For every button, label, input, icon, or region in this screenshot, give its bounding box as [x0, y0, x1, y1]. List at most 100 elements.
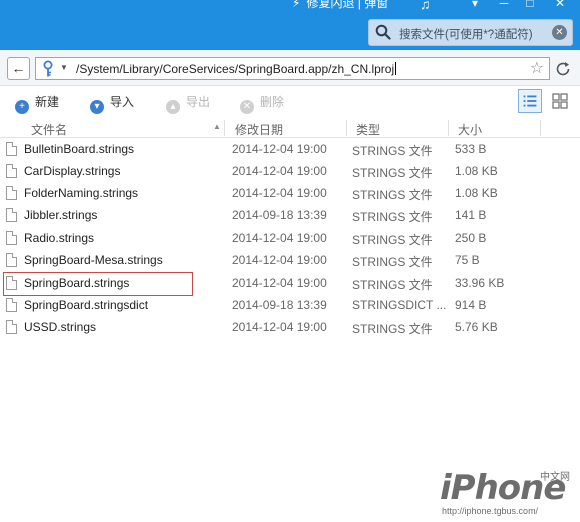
import-label: 导入	[110, 95, 135, 109]
file-date: 2014-12-04 19:00	[232, 276, 327, 290]
title-link-text: 修复闪退 | 弹窗	[306, 0, 389, 10]
file-size: 533 B	[455, 142, 487, 156]
file-size: 1.08 KB	[455, 186, 498, 200]
clear-icon[interactable]: ✕	[552, 25, 567, 40]
file-type: STRINGS 文件	[352, 233, 433, 247]
file-name: USSD.strings	[24, 320, 97, 334]
file-type: STRINGS 文件	[352, 322, 433, 336]
search-icon	[375, 24, 391, 40]
column-header-date[interactable]: 修改日期	[235, 121, 283, 138]
grid-view-button[interactable]	[548, 89, 572, 113]
file-name: BulletinBoard.strings	[24, 142, 135, 156]
title-bar: ⚡ 修复闪退 | 弹窗 ♫ ▾ ─ □ ✕ 搜索文件(可使用*?通配符) ✕	[0, 0, 580, 50]
column-header-size[interactable]: 大小	[458, 121, 482, 138]
table-row[interactable]: SpringBoard-Mesa.strings 2014-12-04 19:0…	[0, 249, 580, 271]
table-row[interactable]: CarDisplay.strings 2014-12-04 19:00 STRI…	[0, 160, 580, 182]
delete-icon: ✕	[240, 100, 254, 114]
list-view-button[interactable]	[518, 89, 542, 113]
watermark-zh: 中文网	[540, 472, 570, 483]
file-type: STRINGS 文件	[352, 144, 433, 158]
path-input[interactable]: /System/Library/CoreServices/SpringBoard…	[76, 62, 397, 76]
address-bar: ← ▼ /System/Library/CoreServices/SpringB…	[0, 50, 580, 86]
table-row[interactable]: USSD.strings 2014-12-04 19:00 STRINGS 文件…	[0, 316, 580, 338]
column-divider[interactable]	[448, 120, 449, 136]
file-date: 2014-09-18 13:39	[232, 208, 327, 222]
sort-up-icon: ▲	[213, 122, 221, 131]
file-name: CarDisplay.strings	[24, 164, 121, 178]
file-date: 2014-09-18 13:39	[232, 298, 327, 312]
file-size: 250 B	[455, 231, 487, 245]
file-name: Jibbler.strings	[24, 208, 98, 222]
watermark-url: http://iphone.tgbus.com/	[442, 506, 539, 516]
delete-button[interactable]: ✕ 删除	[240, 93, 285, 114]
file-icon	[6, 231, 17, 245]
file-name: SpringBoard.stringsdict	[24, 298, 149, 312]
column-divider[interactable]	[346, 120, 347, 136]
file-date: 2014-12-04 19:00	[232, 253, 327, 267]
file-name: FolderNaming.strings	[24, 186, 139, 200]
shirt-icon[interactable]: ▾	[467, 0, 483, 10]
file-icon	[6, 320, 17, 334]
table-row[interactable]: Jibbler.strings 2014-09-18 13:39 STRINGS…	[0, 204, 580, 226]
file-date: 2014-12-04 19:00	[232, 231, 327, 245]
search-box[interactable]: 搜索文件(可使用*?通配符) ✕	[368, 19, 573, 46]
refresh-icon[interactable]	[554, 60, 572, 78]
file-icon	[6, 208, 17, 222]
file-icon	[6, 164, 17, 178]
minimize-button[interactable]: ─	[496, 0, 512, 10]
file-date: 2014-12-04 19:00	[232, 142, 327, 156]
table-row[interactable]: SpringBoard.stringsdict 2014-09-18 13:39…	[0, 294, 580, 316]
table-header: 文件名 ▲ 修改日期 类型 大小	[0, 118, 580, 138]
back-button[interactable]: ←	[7, 57, 30, 80]
title-link[interactable]: ⚡ 修复闪退 | 弹窗	[292, 0, 388, 12]
arrow-left-icon: ←	[11, 60, 26, 76]
export-button[interactable]: ▴ 导出	[166, 93, 211, 114]
column-divider[interactable]	[540, 120, 541, 136]
file-date: 2014-12-04 19:00	[232, 164, 327, 178]
file-type: STRINGS 文件	[352, 188, 433, 202]
star-icon[interactable]: ☆	[530, 60, 544, 78]
toolbar: + 新建 ▾ 导入 ▴ 导出 ✕ 删除	[0, 87, 580, 117]
file-date: 2014-12-04 19:00	[232, 320, 327, 334]
chevron-down-icon[interactable]: ▼	[60, 63, 68, 72]
file-type: STRINGS 文件	[352, 210, 433, 224]
path-field[interactable]: ▼ /System/Library/CoreServices/SpringBoa…	[35, 57, 550, 80]
file-size: 141 B	[455, 208, 487, 222]
grid-view-icon	[552, 93, 568, 109]
import-icon: ▾	[90, 100, 104, 114]
file-size: 33.96 KB	[455, 276, 505, 290]
file-icon	[6, 186, 17, 200]
table-row[interactable]: Radio.strings 2014-12-04 19:00 STRINGS 文…	[0, 227, 580, 249]
file-size: 5.76 KB	[455, 320, 498, 334]
column-header-type[interactable]: 类型	[356, 121, 380, 138]
file-name: Radio.strings	[24, 231, 95, 245]
file-icon	[6, 298, 17, 312]
file-type: STRINGS 文件	[352, 278, 433, 292]
watermark: iPhone 中文网 http://iphone.tgbus.com/	[440, 468, 572, 518]
column-header-name[interactable]: 文件名	[31, 121, 67, 138]
path-value: /System/Library/CoreServices/SpringBoard…	[76, 62, 395, 76]
file-size: 914 B	[455, 298, 487, 312]
list-view-icon	[523, 95, 537, 107]
file-size: 1.08 KB	[455, 164, 498, 178]
delete-label: 删除	[260, 95, 285, 109]
key-icon	[43, 60, 53, 77]
import-button[interactable]: ▾ 导入	[90, 93, 135, 114]
maximize-button[interactable]: □	[522, 0, 538, 10]
column-divider[interactable]	[224, 120, 225, 136]
new-button[interactable]: + 新建	[15, 93, 60, 114]
new-icon: +	[15, 100, 29, 114]
music-icon[interactable]: ♫	[420, 0, 438, 12]
file-size: 75 B	[455, 253, 480, 267]
selection-highlight	[3, 272, 193, 296]
export-icon: ▴	[166, 100, 180, 114]
export-label: 导出	[186, 95, 211, 109]
close-button[interactable]: ✕	[552, 0, 568, 10]
file-type: STRINGS 文件	[352, 255, 433, 269]
table-row[interactable]: FolderNaming.strings 2014-12-04 19:00 ST…	[0, 182, 580, 204]
lightning-icon: ⚡	[292, 0, 301, 10]
file-type: STRINGSDICT ...	[352, 298, 447, 312]
new-label: 新建	[35, 95, 60, 109]
search-placeholder: 搜索文件(可使用*?通配符)	[399, 29, 533, 41]
table-row[interactable]: BulletinBoard.strings 2014-12-04 19:00 S…	[0, 138, 580, 160]
